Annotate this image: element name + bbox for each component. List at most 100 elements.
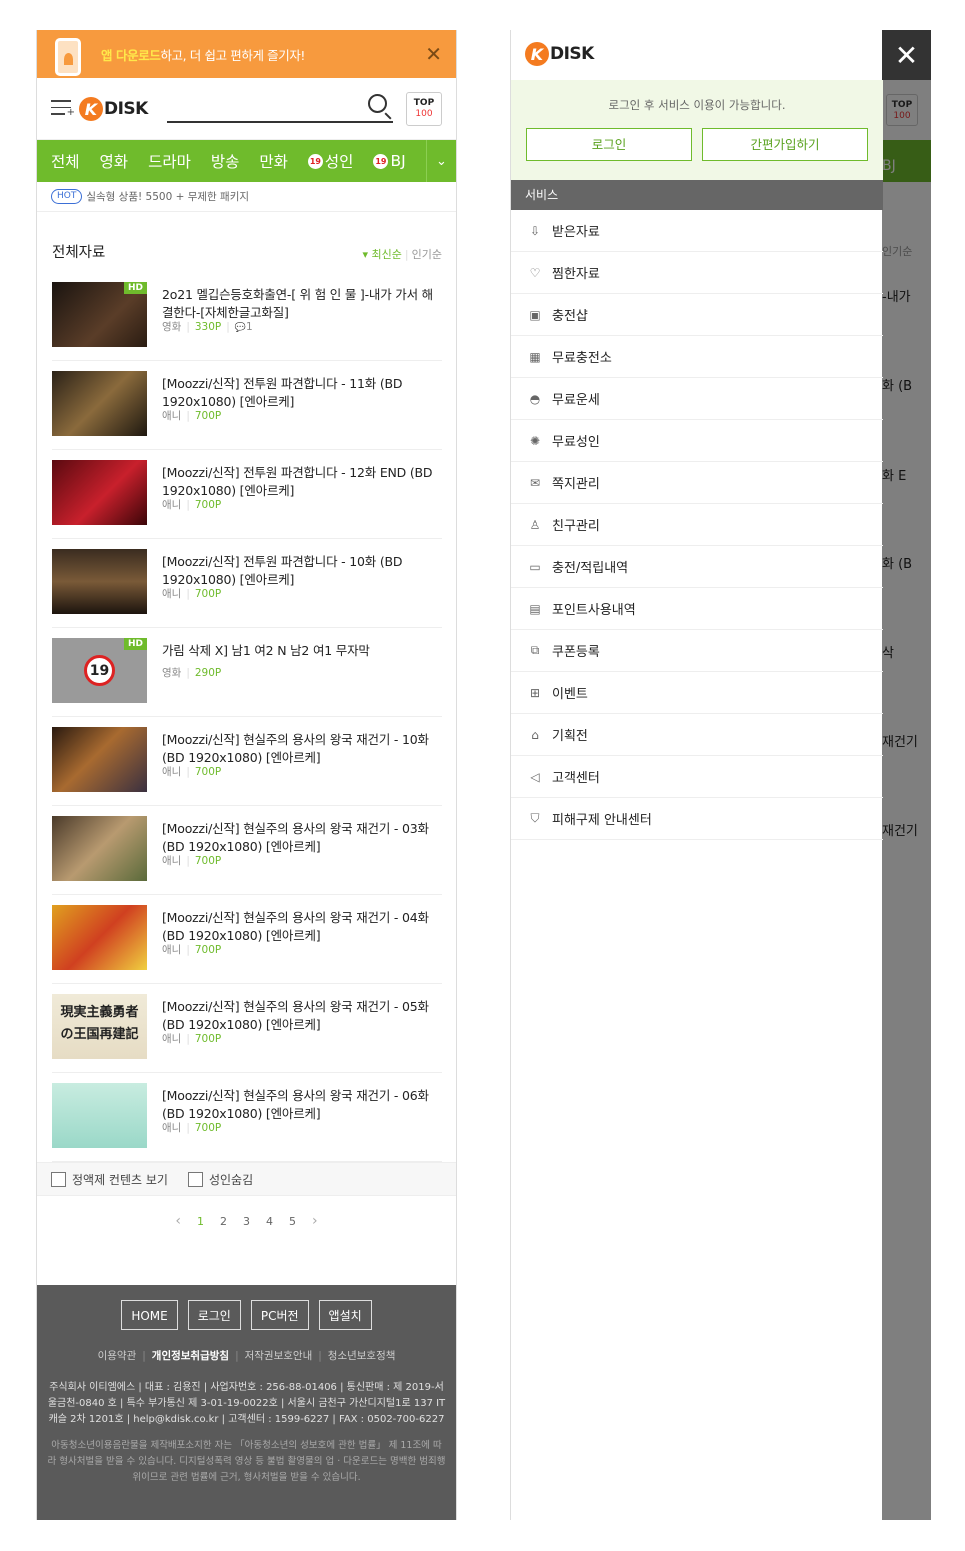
menu-item-label: 찜한자료 bbox=[552, 267, 600, 282]
page-2[interactable]: 2 bbox=[220, 1215, 227, 1228]
menu-item-gift[interactable]: ⊞ 이벤트 bbox=[511, 672, 883, 714]
adult-hide-check[interactable]: 성인숨김 bbox=[187, 1171, 253, 1188]
menu-item-message[interactable]: ✉ 쪽지관리 bbox=[511, 462, 883, 504]
item-points: 700P bbox=[194, 855, 222, 867]
menu-item-shop[interactable]: ▣ 충전샵 bbox=[511, 294, 883, 336]
footer-button-로그인[interactable]: 로그인 bbox=[187, 1300, 241, 1330]
phone-icon bbox=[55, 38, 81, 76]
list-item[interactable]: HD 2o21 멜깁슨등호화출연-[ 위 험 인 물 ]-내가 가서 해결한다-[… bbox=[52, 272, 442, 361]
footer-button-PC버전[interactable]: PC버전 bbox=[250, 1300, 309, 1330]
menu-item-friend[interactable]: ♙ 친구관리 bbox=[511, 504, 883, 546]
item-points: 700P bbox=[194, 766, 222, 778]
top100-button[interactable]: TOP 100 bbox=[406, 92, 442, 126]
list-item[interactable]: [Moozzi/신작] 전투원 파견합니다 - 11화 (BD 1920x108… bbox=[52, 361, 442, 450]
banner-close-icon[interactable]: ✕ bbox=[425, 44, 442, 64]
menu-item-coupon[interactable]: ⧉ 쿠폰등록 bbox=[511, 630, 883, 672]
footer-button-앱설치[interactable]: 앱설치 bbox=[318, 1300, 372, 1330]
app-download-banner[interactable]: 앱 다운로드하고, 더 쉽고 편하게 즐기자! ✕ bbox=[37, 30, 456, 78]
list-item[interactable]: 現実主義勇者の王国再建記 [Moozzi/신작] 현실주의 용사의 왕국 재건기 … bbox=[52, 984, 442, 1073]
item-title[interactable]: [Moozzi/신작] 현실주의 용사의 왕국 재건기 - 06화 (BD 19… bbox=[162, 1087, 442, 1123]
menu-item-free-badge[interactable]: ✺ 무료성인 bbox=[511, 420, 883, 462]
item-meta: 영화 | 290P bbox=[162, 665, 221, 680]
menu-icon[interactable]: + bbox=[51, 100, 75, 118]
thumbnail-image[interactable] bbox=[52, 460, 147, 525]
menu-item-battery[interactable]: ▭ 충전/적립내역 bbox=[511, 546, 883, 588]
fortune-icon: ◓ bbox=[529, 391, 541, 406]
footer-button-HOME[interactable]: HOME bbox=[121, 1300, 178, 1330]
category-전체[interactable]: 전체 bbox=[51, 150, 80, 172]
menu-item-download-file[interactable]: ⇩ 받은자료 bbox=[511, 210, 883, 252]
page-4[interactable]: 4 bbox=[266, 1215, 273, 1228]
search-icon[interactable] bbox=[368, 94, 387, 113]
item-title[interactable]: [Moozzi/신작] 전투원 파견합니다 - 11화 (BD 1920x108… bbox=[162, 375, 442, 411]
menu-item-label: 무료성인 bbox=[552, 435, 600, 450]
category-드라마[interactable]: 드라마 bbox=[148, 150, 191, 172]
login-button[interactable]: 로그인 bbox=[526, 128, 692, 161]
item-title[interactable]: [Moozzi/신작] 전투원 파견합니다 - 12화 END (BD 1920… bbox=[162, 464, 442, 500]
checkbox[interactable] bbox=[187, 1171, 203, 1187]
category-성인[interactable]: 19 성인 bbox=[307, 150, 353, 172]
list-item[interactable]: [Moozzi/신작] 현실주의 용사의 왕국 재건기 - 06화 (BD 19… bbox=[52, 1073, 442, 1162]
item-title[interactable]: [Moozzi/신작] 현실주의 용사의 왕국 재건기 - 04화 (BD 19… bbox=[162, 909, 442, 945]
thumbnail-image[interactable] bbox=[52, 371, 147, 436]
page-5[interactable]: 5 bbox=[289, 1215, 296, 1228]
list-item[interactable]: [Moozzi/신작] 현실주의 용사의 왕국 재건기 - 03화 (BD 19… bbox=[52, 806, 442, 895]
item-title[interactable]: [Moozzi/신작] 현실주의 용사의 왕국 재건기 - 10화 (BD 19… bbox=[162, 731, 442, 767]
thumbnail-image[interactable]: 現実主義勇者の王国再建記 bbox=[52, 994, 147, 1059]
flat-content-check[interactable]: 정액제 컨텐츠 보기 bbox=[51, 1171, 168, 1188]
menu-item-label: 고객센터 bbox=[552, 771, 600, 786]
menu-item-heart[interactable]: ♡ 찜한자료 bbox=[511, 252, 883, 294]
menu-item-label: 친구관리 bbox=[552, 519, 600, 534]
list-item[interactable]: [Moozzi/신작] 전투원 파견합니다 - 12화 END (BD 1920… bbox=[52, 450, 442, 539]
list-item[interactable]: 19 HD 가림 삭제 X] 남1 여2 N 남2 여1 무자막영화 | 290P bbox=[52, 628, 442, 717]
thumbnail-image[interactable]: 19 HD bbox=[52, 638, 147, 703]
checkbox[interactable] bbox=[51, 1171, 66, 1187]
footer-link[interactable]: 이용약관 bbox=[98, 1350, 137, 1362]
thumbnail-image[interactable] bbox=[52, 727, 147, 792]
item-title[interactable]: [Moozzi/신작] 현실주의 용사의 왕국 재건기 - 05화 (BD 19… bbox=[162, 998, 442, 1034]
kdisk-logo[interactable]: K DISK bbox=[525, 42, 594, 66]
item-title[interactable]: [Moozzi/신작] 전투원 파견합니다 - 10화 (BD 1920x108… bbox=[162, 553, 442, 589]
list-item[interactable]: [Moozzi/신작] 전투원 파견합니다 - 10화 (BD 1920x108… bbox=[52, 539, 442, 628]
menu-item-shield[interactable]: ⛉ 피해구제 안내센터 bbox=[511, 798, 883, 840]
category-영화[interactable]: 영화 bbox=[100, 150, 129, 172]
kdisk-logo[interactable]: K DISK bbox=[79, 97, 148, 121]
dim-overlay[interactable] bbox=[882, 30, 931, 1520]
chevron-down-icon[interactable]: ⌄ bbox=[426, 140, 456, 182]
category-만화[interactable]: 만화 bbox=[259, 150, 288, 172]
page-1[interactable]: 1 bbox=[197, 1215, 204, 1228]
close-icon[interactable]: ✕ bbox=[882, 30, 931, 80]
item-title[interactable]: [Moozzi/신작] 현실주의 용사의 왕국 재건기 - 03화 (BD 19… bbox=[162, 820, 442, 856]
menu-item-hot[interactable]: ⌂ 기획전 bbox=[511, 714, 883, 756]
menu-item-speaker[interactable]: ◁ 고객센터 bbox=[511, 756, 883, 798]
sort-popular[interactable]: 인기순 bbox=[412, 248, 442, 261]
hd-badge: HD bbox=[123, 638, 147, 650]
hot-promo[interactable]: HOT 실속형 상품! 5500 + 무제한 패키지 bbox=[37, 182, 456, 212]
category-BJ[interactable]: 19 BJ bbox=[373, 152, 406, 170]
search-input[interactable] bbox=[167, 94, 393, 123]
next-page-icon[interactable]: › bbox=[312, 1213, 318, 1229]
list-item[interactable]: [Moozzi/신작] 현실주의 용사의 왕국 재건기 - 04화 (BD 19… bbox=[52, 895, 442, 984]
hot-promo-text: 실속형 상품! 5500 + 무제한 패키지 bbox=[86, 191, 250, 203]
page-3[interactable]: 3 bbox=[243, 1215, 250, 1228]
footer-link[interactable]: 저작권보호안내 bbox=[245, 1350, 313, 1362]
menu-item-point-doc[interactable]: ▤ 포인트사용내역 bbox=[511, 588, 883, 630]
category-방송[interactable]: 방송 bbox=[211, 150, 240, 172]
thumbnail-image[interactable] bbox=[52, 549, 147, 614]
footer-link[interactable]: 개인정보취급방침 bbox=[152, 1350, 229, 1362]
item-category: 애니 bbox=[162, 1033, 182, 1045]
prev-page-icon[interactable]: ‹ bbox=[175, 1213, 181, 1229]
thumbnail-image[interactable] bbox=[52, 816, 147, 881]
item-title[interactable]: 2o21 멜깁슨등호화출연-[ 위 험 인 물 ]-내가 가서 해결한다-[자체… bbox=[162, 286, 442, 322]
signup-button[interactable]: 간편가입하기 bbox=[702, 128, 868, 161]
item-title[interactable]: 가림 삭제 X] 남1 여2 N 남2 여1 무자막 bbox=[162, 642, 442, 660]
menu-item-fortune[interactable]: ◓ 무료운세 bbox=[511, 378, 883, 420]
sort-latest[interactable]: ▾ 최신순 bbox=[363, 248, 402, 261]
separator: | bbox=[186, 855, 190, 867]
list-item[interactable]: [Moozzi/신작] 현실주의 용사의 왕국 재건기 - 10화 (BD 19… bbox=[52, 717, 442, 806]
footer-link[interactable]: 청소년보호정책 bbox=[328, 1350, 396, 1362]
menu-item-free-charge[interactable]: ▦ 무료충전소 bbox=[511, 336, 883, 378]
thumbnail-image[interactable] bbox=[52, 1083, 147, 1148]
thumbnail-image[interactable]: HD bbox=[52, 282, 147, 347]
thumbnail-image[interactable] bbox=[52, 905, 147, 970]
